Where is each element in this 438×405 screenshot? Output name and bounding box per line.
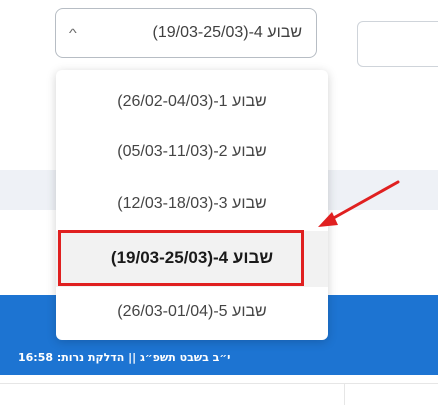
annotation-arrow-icon — [318, 180, 400, 227]
